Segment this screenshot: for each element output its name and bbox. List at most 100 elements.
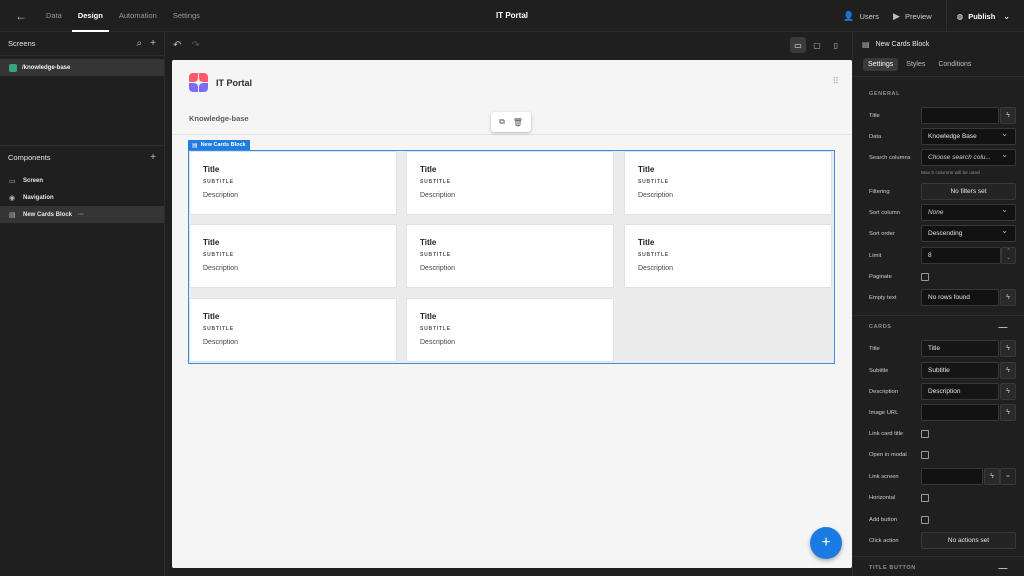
settings-panel: ▤ New Cards Block Settings Styles Condit… <box>852 32 1024 576</box>
desktop-icon[interactable]: ▭ <box>790 37 806 53</box>
chevron-down-icon[interactable]: ⌄ <box>1000 468 1016 485</box>
screen-item-knowledge-base[interactable]: /knowledge-base <box>0 59 164 76</box>
screens-header: Screens ⌕ + <box>0 32 164 56</box>
prop-data: Data Knowledge Base <box>853 126 1024 146</box>
sort-column-select[interactable]: None <box>921 202 1016 221</box>
page-heading[interactable]: Knowledge-base <box>189 114 249 123</box>
nav-tabs: Data Design Automation Settings <box>40 0 210 32</box>
tab-styles[interactable]: Styles <box>901 58 930 71</box>
component-tree: ▭ Screen ◉ Navigation ▤ New Cards Block … <box>0 172 164 223</box>
screen-icon: ▭ <box>9 177 16 185</box>
users-button[interactable]: 👤 Users <box>843 11 879 22</box>
horizontal-checkbox[interactable] <box>921 494 929 502</box>
redo-icon[interactable]: ↷ <box>191 40 199 51</box>
open-in-modal-checkbox[interactable] <box>921 451 929 459</box>
card[interactable]: Title SUBTITLE Description <box>406 224 614 288</box>
publish-button[interactable]: ◍ Publish ⌄ <box>957 12 1010 21</box>
binding-bolt-icon[interactable]: ϟ <box>984 468 1000 485</box>
prop-link-screen: Link screen ϟ ⌄ <box>853 468 1024 486</box>
component-screen[interactable]: ▭ Screen <box>0 172 164 189</box>
card-title: Title <box>638 165 655 174</box>
eye-icon: ◉ <box>9 194 16 202</box>
app-logo <box>189 72 209 93</box>
link-card-title-checkbox[interactable] <box>921 430 929 438</box>
component-navigation[interactable]: ◉ Navigation <box>0 189 164 206</box>
card-title-input[interactable]: Title <box>921 340 999 357</box>
section-divider <box>853 556 1024 557</box>
binding-bolt-icon[interactable]: ϟ <box>1000 404 1016 421</box>
back-arrow-icon[interactable]: ← <box>14 9 28 23</box>
prop-open-in-modal: Open in modal <box>853 446 1024 464</box>
collapse-icon[interactable]: — <box>998 563 1008 573</box>
link-screen-input[interactable] <box>921 468 983 485</box>
card[interactable]: Title SUBTITLE Description <box>624 224 832 288</box>
prop-click-action: Click action No actions set <box>853 532 1024 550</box>
card[interactable]: Title SUBTITLE Description <box>624 151 832 215</box>
add-screen-icon[interactable]: + <box>150 38 156 49</box>
binding-bolt-icon[interactable]: ϟ <box>1000 340 1016 357</box>
block-tag[interactable]: ▤ New Cards Block <box>188 140 250 150</box>
card-description-input[interactable]: Description <box>921 383 999 400</box>
add-fab-button[interactable]: + <box>810 527 842 559</box>
section-cards[interactable]: CARDS — <box>853 317 1024 337</box>
tab-conditions[interactable]: Conditions <box>933 58 976 71</box>
tab-settings-panel[interactable]: Settings <box>863 58 899 71</box>
title-input[interactable] <box>921 107 999 124</box>
center-area: ↶ ↷ ▭ ▢ ▯ IT Portal ⠿ Knowledge-base ⧉ 🗑… <box>165 32 852 576</box>
card[interactable]: Title SUBTITLE Description <box>406 151 614 215</box>
paginate-checkbox[interactable] <box>921 273 929 281</box>
mobile-icon[interactable]: ▯ <box>828 37 844 53</box>
app-header: IT Portal <box>172 60 852 105</box>
chevron-down-icon: ⌄ <box>1003 11 1010 21</box>
click-action-button[interactable]: No actions set <box>921 532 1016 549</box>
tab-settings[interactable]: Settings <box>167 0 206 32</box>
tab-automation[interactable]: Automation <box>113 0 163 32</box>
top-actions: 👤 Users ▶ Preview ◍ Publish ⌄ <box>843 0 1024 32</box>
card-title: Title <box>203 165 220 174</box>
limit-input[interactable]: 8 <box>921 247 1001 264</box>
cards-block[interactable]: Title SUBTITLE Description Title SUBTITL… <box>188 150 835 364</box>
sort-order-select[interactable]: Descending <box>921 223 1016 242</box>
data-select[interactable]: Knowledge Base <box>921 126 1016 145</box>
prop-limit: Limit 8 ⌃ ⌄ <box>853 247 1024 265</box>
card[interactable]: Title SUBTITLE Description <box>189 151 397 215</box>
filtering-button[interactable]: No filters set <box>921 183 1016 200</box>
image-url-input[interactable] <box>921 404 999 421</box>
prop-link-card-title: Link card title <box>853 425 1024 443</box>
card[interactable]: Title SUBTITLE Description <box>189 224 397 288</box>
search-columns-select[interactable]: Choose search colu... <box>921 147 1016 166</box>
collapse-icon[interactable]: — <box>998 322 1008 332</box>
grid-icon[interactable]: ⠿ <box>832 76 839 87</box>
trash-icon[interactable]: 🗑 <box>513 118 523 127</box>
section-general[interactable]: GENERAL <box>853 84 1024 104</box>
preview-button[interactable]: ▶ Preview <box>893 11 932 22</box>
limit-stepper[interactable]: ⌃ ⌄ <box>1001 247 1016 264</box>
card[interactable]: Title SUBTITLE Description <box>189 298 397 362</box>
card-subtitle-input[interactable]: Subtitle <box>921 362 999 379</box>
card[interactable]: Title SUBTITLE Description <box>406 298 614 362</box>
component-new-cards-block[interactable]: ▤ New Cards Block ··· <box>0 206 164 223</box>
prop-image-url: Image URL ϟ <box>853 404 1024 422</box>
card-title: Title <box>420 165 437 174</box>
add-component-icon[interactable]: + <box>150 152 156 163</box>
tablet-icon[interactable]: ▢ <box>809 37 825 53</box>
preview-label: Preview <box>904 11 932 21</box>
binding-bolt-icon[interactable]: ϟ <box>1000 362 1016 379</box>
binding-bolt-icon[interactable]: ϟ <box>1000 383 1016 400</box>
duplicate-icon[interactable]: ⧉ <box>499 117 505 127</box>
add-button-checkbox[interactable] <box>921 516 929 524</box>
binding-bolt-icon[interactable]: ϟ <box>1000 289 1016 306</box>
search-icon[interactable]: ⌕ <box>137 38 143 49</box>
more-options-icon[interactable]: ··· <box>78 212 84 218</box>
tab-design[interactable]: Design <box>71 0 109 32</box>
binding-bolt-icon[interactable]: ϟ <box>1000 107 1016 124</box>
prop-title: Title ϟ <box>853 107 1024 125</box>
undo-icon[interactable]: ↶ <box>173 40 181 51</box>
divider <box>945 0 947 32</box>
card-subtitle: SUBTITLE <box>203 179 234 185</box>
empty-text-input[interactable]: No rows found <box>921 289 999 306</box>
card-title: Title <box>638 238 655 247</box>
card-description: Description <box>420 265 456 272</box>
section-title-button[interactable]: TITLE BUTTON — <box>853 558 1024 576</box>
tab-data[interactable]: Data <box>40 0 68 32</box>
